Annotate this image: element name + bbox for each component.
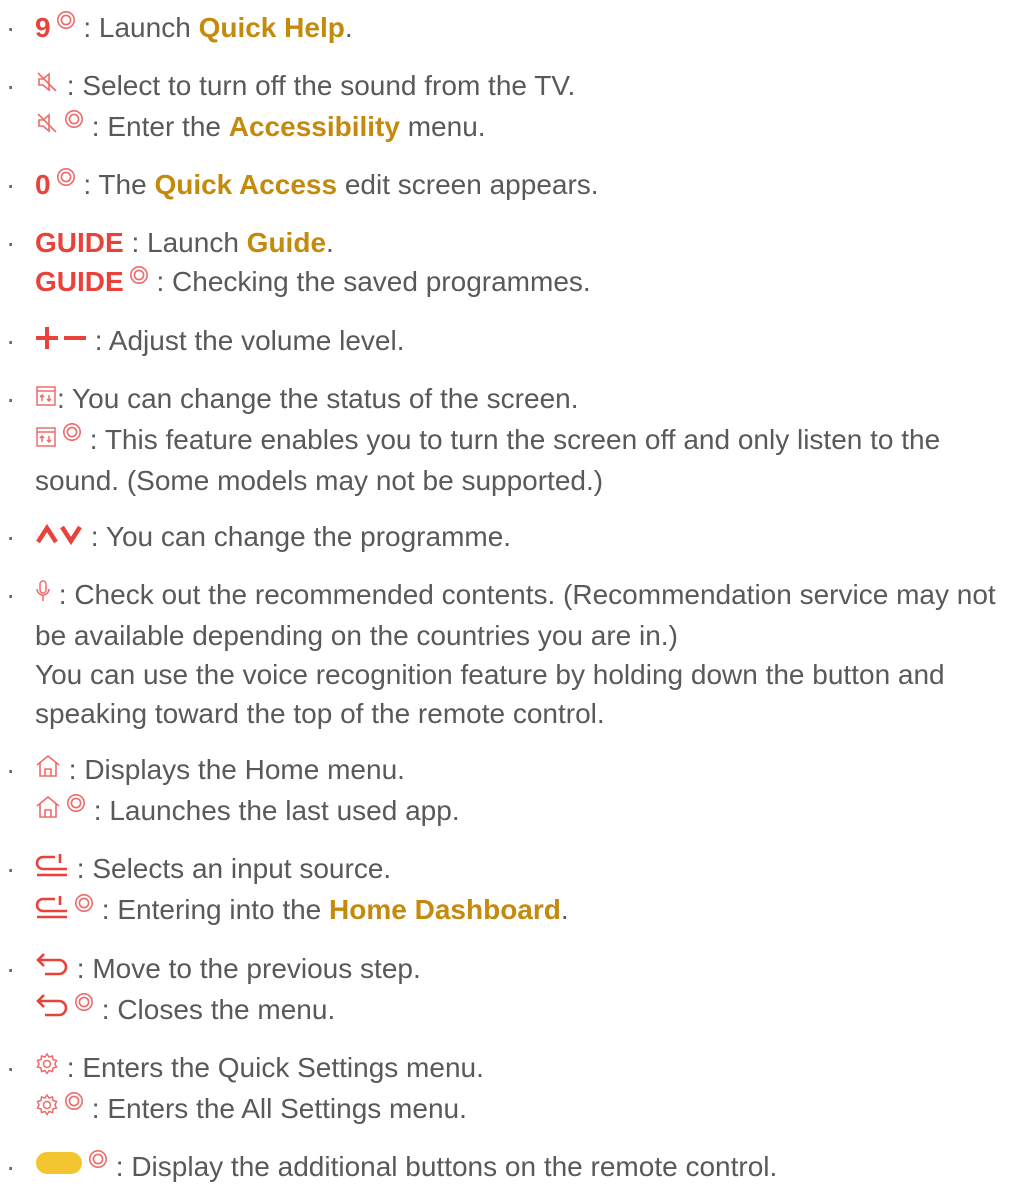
mute-icon <box>35 65 59 104</box>
key-0: 0 <box>35 169 51 201</box>
remote-button-list: · 9 : Launch Quick Help. · : Select to t… <box>0 0 1017 1188</box>
list-item-9: · 9 : Launch Quick Help. <box>0 8 1017 49</box>
microphone-icon <box>35 574 51 613</box>
list-item-home: · : Displays the Home menu. : Launches t… <box>0 750 1017 832</box>
list-item-back: · : Move to the previous step. : Closes … <box>0 949 1017 1031</box>
key-guide: GUIDE <box>35 227 124 259</box>
list-item-microphone: · : Check out the recommended contents. … <box>0 575 1017 733</box>
long-press-icon <box>56 1 76 40</box>
link-accessibility[interactable]: Accessibility <box>229 111 400 142</box>
bullet: · <box>6 227 16 259</box>
channel-up-down-icon <box>35 516 83 555</box>
bullet: · <box>6 169 16 201</box>
long-press-icon <box>62 413 82 452</box>
long-press-icon <box>66 784 86 823</box>
bullet: · <box>6 520 16 552</box>
bullet: · <box>6 853 16 885</box>
bullet: · <box>6 578 16 610</box>
long-press-icon <box>74 884 94 923</box>
input-source-icon <box>35 890 69 929</box>
list-item-volume: · : Adjust the volume level. <box>0 321 1017 362</box>
home-icon <box>35 790 61 829</box>
back-arrow-icon <box>35 948 69 987</box>
bullet: · <box>6 324 16 356</box>
list-item-yellow: · : Display the additional buttons on th… <box>0 1147 1017 1188</box>
list-item-guide: · GUIDE : Launch Guide. GUIDE : Checking… <box>0 223 1017 303</box>
list-item-screen-mode: · : You can change the status of the scr… <box>0 379 1017 500</box>
screen-mode-icon <box>35 378 57 417</box>
list-item-settings: · : Enters the Quick Settings menu. : En… <box>0 1048 1017 1130</box>
bullet: · <box>6 70 16 102</box>
mute-icon <box>35 106 59 145</box>
bullet: · <box>6 952 16 984</box>
screen-mode-icon <box>35 419 57 458</box>
settings-gear-icon <box>35 1088 59 1127</box>
link-home-dashboard[interactable]: Home Dashboard <box>329 894 561 925</box>
bullet: · <box>6 1051 16 1083</box>
long-press-icon <box>64 1082 84 1121</box>
long-press-icon <box>74 983 94 1022</box>
yellow-button-icon <box>35 1146 83 1185</box>
key-guide: GUIDE <box>35 266 124 298</box>
long-press-icon <box>88 1140 108 1179</box>
home-icon <box>35 749 61 788</box>
list-item-input: · : Selects an input source. : Entering … <box>0 849 1017 931</box>
long-press-icon <box>64 100 84 139</box>
long-press-icon <box>129 256 149 295</box>
link-quick-access[interactable]: Quick Access <box>154 169 337 200</box>
link-guide[interactable]: Guide <box>247 227 326 258</box>
bullet: · <box>6 754 16 786</box>
bullet: · <box>6 12 16 43</box>
bullet: · <box>6 1150 16 1182</box>
list-item-0: · 0 : The Quick Access edit screen appea… <box>0 165 1017 206</box>
list-item-mute: · : Select to turn off the sound from th… <box>0 66 1017 148</box>
link-quick-help[interactable]: Quick Help <box>199 12 345 43</box>
settings-gear-icon <box>35 1047 59 1086</box>
volume-plus-minus-icon <box>35 320 87 359</box>
list-item-channel: · : You can change the programme. <box>0 517 1017 558</box>
bullet: · <box>6 382 16 414</box>
key-9: 9 <box>35 12 51 43</box>
long-press-icon <box>56 158 76 197</box>
back-arrow-icon <box>35 989 69 1028</box>
input-source-icon <box>35 848 69 887</box>
